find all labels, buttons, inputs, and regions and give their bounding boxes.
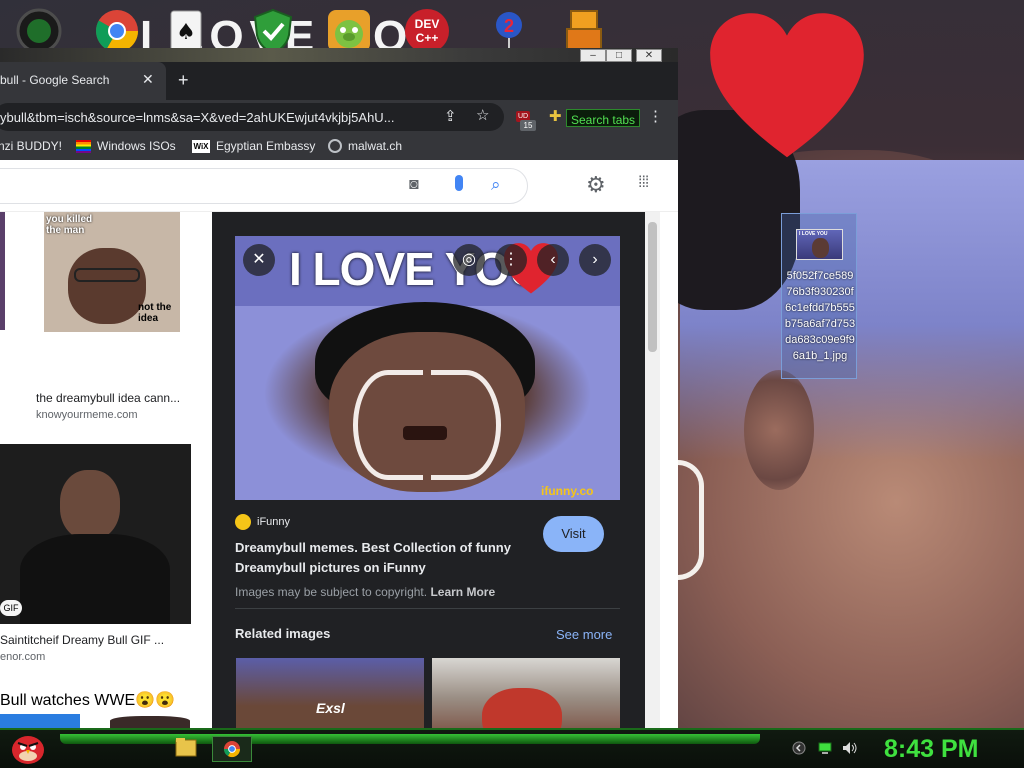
close-preview-icon[interactable]: ✕ xyxy=(243,244,275,276)
taskbar xyxy=(0,728,1024,768)
result-overlay-text: Bull watches WWE😮😮 xyxy=(0,692,175,709)
desktop-file-icon[interactable]: I LOVE YOU 5f052f7ce58976b3f930230f6c1ef… xyxy=(781,213,857,379)
rainbow-flag-icon xyxy=(76,139,91,153)
related-image-2[interactable] xyxy=(432,658,620,728)
taskbar-clock[interactable]: 8:43 PM xyxy=(884,735,978,764)
see-more-link[interactable]: See more xyxy=(556,627,612,642)
bookmark-label: nzi BUDDY! xyxy=(0,139,63,153)
wallpaper-ear xyxy=(744,370,814,490)
minimize-button[interactable]: – xyxy=(580,49,606,62)
url-text[interactable]: ybull&tbm=isch&source=lnms&sa=X&ved=2ahU… xyxy=(0,110,395,125)
google-header: ◙ ⌕ ⚙ ⁞⁞⁞ xyxy=(0,160,678,212)
source-row[interactable]: iFunny xyxy=(235,514,290,530)
copyright-text: Images may be subject to copyright. xyxy=(235,585,428,599)
file-name[interactable]: 5f052f7ce58976b3f930230f6c1efdd7b555b75a… xyxy=(784,268,856,364)
bookmark-label: Egyptian Embassy xyxy=(216,139,316,153)
ifunny-watermark: ifunny.co xyxy=(541,484,594,498)
bookmark-label: malwat.ch xyxy=(348,139,403,153)
result-overlay-text: not the idea xyxy=(138,302,172,324)
svg-text:2: 2 xyxy=(504,16,514,36)
tray-chevron-icon[interactable] xyxy=(792,741,806,755)
search-input[interactable]: ◙ ⌕ xyxy=(0,168,528,204)
thumbnail-text: I LOVE YOU xyxy=(799,231,828,237)
wix-icon: WiX xyxy=(192,139,210,153)
volume-icon[interactable] xyxy=(842,741,857,755)
share-icon[interactable]: ⇪ xyxy=(444,107,457,125)
new-tab-button[interactable]: + xyxy=(178,70,189,91)
result-source-2[interactable]: enor.com xyxy=(0,651,45,663)
image-preview-panel: I LOVE YOU ifunny.co ✕ ◎ ⋮ ‹ › iFunny Vi… xyxy=(212,212,645,728)
previous-image-icon[interactable]: ‹ xyxy=(537,244,569,276)
result-caption-1[interactable]: the dreamybull idea cann... xyxy=(36,391,180,405)
more-options-icon[interactable]: ⋮ xyxy=(495,244,527,276)
result-image-2[interactable]: GIF xyxy=(0,444,191,624)
settings-gear-icon[interactable]: ⚙ xyxy=(586,172,606,198)
wallpaper-earring xyxy=(678,460,704,580)
globe-icon xyxy=(328,139,342,153)
taskbar-glow xyxy=(60,734,760,744)
bookmark-malwatch[interactable]: malwat.ch xyxy=(328,139,402,153)
related-image-1[interactable]: Exsl xyxy=(236,658,424,728)
bookmark-label: Windows ISOs xyxy=(97,139,176,153)
visit-button[interactable]: Visit xyxy=(543,516,604,552)
bookmark-buddy[interactable]: nzi BUDDY! xyxy=(0,139,62,153)
result-image-1[interactable]: you killed the man not the idea xyxy=(44,212,180,332)
search-icon[interactable]: ⌕ xyxy=(491,175,501,195)
heart-icon xyxy=(710,13,864,158)
next-image-icon[interactable]: › xyxy=(579,244,611,276)
chrome-menu-icon[interactable]: ⋮ xyxy=(648,107,663,125)
microphone-icon[interactable] xyxy=(455,175,463,191)
start-button[interactable] xyxy=(8,730,48,766)
close-window-button[interactable]: ✕ xyxy=(636,49,662,62)
extensions-puzzle-icon[interactable]: ✚ xyxy=(549,107,562,125)
search-tabs-button[interactable]: Search tabs xyxy=(566,109,641,127)
source-name: iFunny xyxy=(257,516,291,528)
tab-google-search[interactable]: bull - Google Search ✕ xyxy=(0,62,166,100)
gif-badge: GIF xyxy=(0,600,22,616)
browser-toolbar: ybull&tbm=isch&source=lnms&sa=X&ved=2ahU… xyxy=(0,100,678,134)
related-images-heading: Related images xyxy=(235,626,331,641)
preview-image[interactable]: I LOVE YOU ifunny.co ✕ ◎ ⋮ ‹ › xyxy=(235,236,620,500)
camera-icon[interactable]: ◙ xyxy=(409,176,419,194)
tab-title: bull - Google Search xyxy=(0,73,110,87)
network-icon[interactable] xyxy=(818,741,832,755)
svg-text:C++: C++ xyxy=(416,31,439,45)
result-image-3[interactable]: Bull watches WWE😮😮 xyxy=(0,686,191,728)
close-tab-icon[interactable]: ✕ xyxy=(142,71,154,88)
divider xyxy=(235,608,620,609)
svg-text:♠: ♠ xyxy=(176,20,196,45)
bookmark-egyptian-embassy[interactable]: WiX Egyptian Embassy xyxy=(192,139,315,153)
related-overlay-text: Exsl xyxy=(316,700,345,716)
bookmarks-bar: nzi BUDDY! Windows ISOs WiX Egyptian Emb… xyxy=(0,134,678,160)
result-source-1[interactable]: knowyourmeme.com xyxy=(36,409,137,421)
window-titlebar[interactable]: – □ ✕ xyxy=(0,48,678,62)
maximize-button[interactable]: □ xyxy=(606,49,632,62)
ifunny-logo-icon xyxy=(235,514,251,530)
file-thumbnail: I LOVE YOU xyxy=(796,229,843,260)
chrome-task-icon[interactable] xyxy=(212,736,252,762)
page-scrollbar[interactable] xyxy=(645,212,660,728)
tab-strip: bull - Google Search ✕ + xyxy=(0,62,678,100)
file-explorer-task-icon[interactable] xyxy=(172,736,204,762)
search-tabs-label: Search tabs xyxy=(571,113,636,127)
copyright-notice: Images may be subject to copyright. Lear… xyxy=(235,585,495,599)
result-caption-2[interactable]: Saintitcheif Dreamy Bull GIF ... xyxy=(0,633,164,647)
result-image-partial[interactable] xyxy=(0,212,5,330)
lens-icon[interactable]: ◎ xyxy=(453,244,485,276)
page-edge xyxy=(660,212,678,728)
ublock-extension-icon[interactable]: UD 15 xyxy=(516,111,538,131)
apps-grid-icon[interactable]: ⁞⁞⁞ xyxy=(638,174,649,192)
result-overlay-text: you killed the man xyxy=(46,214,93,236)
svg-text:DEV: DEV xyxy=(415,17,440,31)
address-bar[interactable]: ybull&tbm=isch&source=lnms&sa=X&ved=2ahU… xyxy=(0,103,504,131)
chrome-window: – □ ✕ bull - Google Search ✕ + ybull&tbm… xyxy=(0,48,678,728)
bookmark-windows-isos[interactable]: Windows ISOs xyxy=(76,139,176,153)
bookmark-star-icon[interactable]: ☆ xyxy=(476,106,489,124)
preview-title[interactable]: Dreamybull memes. Best Collection of fun… xyxy=(235,538,515,578)
learn-more-link[interactable]: Learn More xyxy=(430,585,495,599)
scrollbar-thumb[interactable] xyxy=(648,222,657,352)
google-images-page: ◙ ⌕ ⚙ ⁞⁞⁞ you killed the man not the ide… xyxy=(0,160,678,728)
